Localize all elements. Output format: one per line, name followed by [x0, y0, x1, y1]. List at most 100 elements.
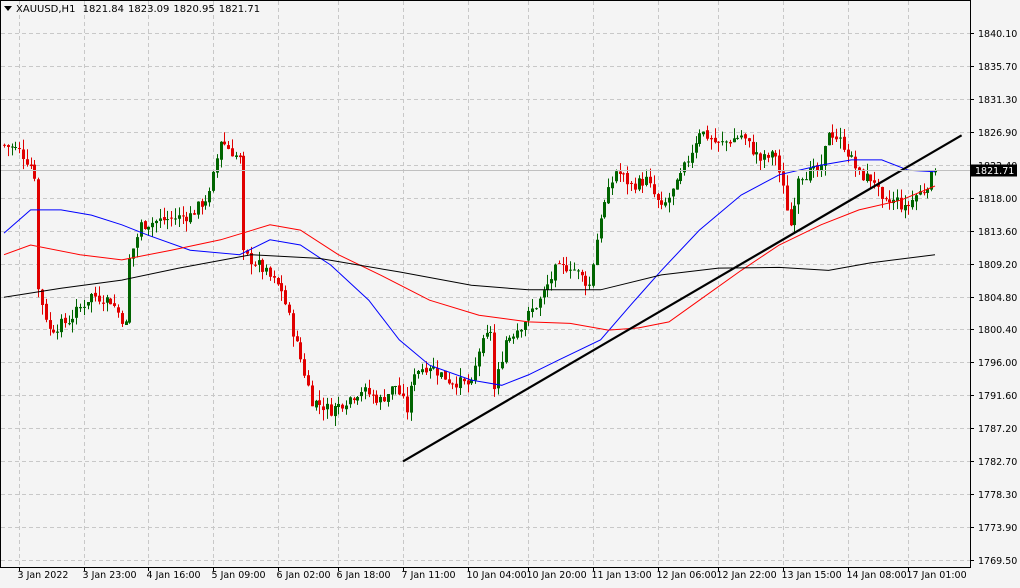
bull-candle: [204, 201, 207, 206]
bull-candle: [698, 133, 701, 144]
bull-candle: [543, 290, 546, 298]
bear-candle: [284, 290, 287, 305]
bull-candle: [337, 403, 340, 408]
bear-candle: [744, 134, 747, 139]
bear-candle: [626, 172, 629, 185]
bull-candle: [429, 368, 432, 372]
bull-candle: [71, 318, 74, 323]
bear-candle: [144, 221, 147, 229]
bear-candle: [231, 148, 234, 157]
bull-candle: [828, 133, 831, 146]
bear-candle: [242, 155, 245, 251]
bear-candle: [858, 167, 861, 170]
bear-candle: [201, 201, 204, 207]
y-tick-label: 1769.50: [978, 556, 1017, 567]
bull-candle: [387, 394, 390, 402]
bear-candle: [26, 159, 29, 165]
bear-candle: [117, 307, 120, 313]
bear-candle: [881, 186, 884, 199]
bull-candle: [174, 218, 177, 220]
close-value: 1821.71: [218, 4, 261, 15]
bull-candle: [733, 138, 736, 143]
bear-candle: [767, 154, 770, 158]
y-tick-label: 1840.10: [978, 29, 1017, 40]
bull-candle: [592, 264, 595, 286]
bull-candle: [611, 182, 614, 189]
bull-candle: [505, 340, 508, 363]
bull-candle: [474, 365, 477, 381]
bear-candle: [641, 178, 644, 186]
bear-candle: [619, 171, 622, 174]
bear-candle: [402, 393, 405, 397]
bear-candle: [630, 182, 633, 184]
bull-candle: [11, 146, 14, 148]
bear-candle: [843, 136, 846, 150]
bull-candle: [915, 195, 918, 202]
y-tick-label: 1831.30: [978, 95, 1017, 106]
bull-candle: [128, 258, 131, 323]
y-tick-label: 1826.90: [978, 128, 1017, 139]
dropdown-triangle-icon[interactable]: [4, 6, 12, 11]
bull-candle: [75, 306, 78, 318]
bear-candle: [52, 329, 55, 333]
bear-candle: [835, 136, 838, 140]
bull-candle: [364, 387, 367, 392]
bear-candle: [170, 217, 173, 219]
bear-candle: [581, 271, 584, 276]
low-value: 1820.95: [173, 4, 215, 15]
bear-candle: [885, 198, 888, 200]
bear-candle: [193, 213, 196, 215]
bear-candle: [425, 367, 428, 373]
bull-candle: [413, 374, 416, 385]
bear-candle: [653, 184, 656, 195]
bull-candle: [771, 151, 774, 158]
bear-candle: [831, 132, 834, 138]
bull-candle: [524, 321, 527, 330]
bear-candle: [296, 336, 299, 342]
bull-candle: [824, 146, 827, 166]
open-value: 1821.84: [82, 4, 124, 15]
bull-candle: [326, 403, 329, 410]
bear-candle: [353, 398, 356, 401]
bull-candle: [691, 152, 694, 163]
x-tick-label: 6 Jan 18:00: [337, 570, 391, 581]
bull-candle: [539, 298, 542, 308]
bull-candle: [155, 220, 158, 224]
chart-window[interactable]: XAUUSD,H1 1821.84 1823.09 1820.95 1821.71 1…: [0, 0, 1020, 584]
bear-candle: [467, 380, 470, 385]
bear-candle: [299, 342, 302, 360]
bear-candle: [277, 278, 280, 285]
bull-candle: [136, 237, 139, 248]
bear-candle: [854, 156, 857, 169]
bear-candle: [269, 267, 272, 277]
bull-candle: [672, 188, 675, 197]
bull-candle: [638, 178, 641, 190]
bull-candle: [520, 329, 523, 332]
x-tick-label: 4 Jan 16:00: [147, 570, 201, 581]
bear-candle: [163, 217, 166, 221]
y-tick-label: 1804.80: [978, 293, 1017, 304]
bull-candle: [265, 267, 268, 272]
bull-candle: [178, 215, 181, 219]
bear-candle: [907, 204, 910, 207]
plot-area: [0, 0, 971, 568]
bull-candle: [607, 187, 610, 204]
bull-candle: [554, 264, 557, 281]
bear-candle: [121, 313, 124, 324]
bull-candle: [679, 173, 682, 182]
symbol-label: XAUUSD,H1: [16, 4, 76, 15]
bull-candle: [235, 155, 238, 157]
bear-candle: [406, 396, 409, 413]
bull-candle: [212, 171, 215, 191]
bull-candle: [588, 284, 591, 286]
bear-candle: [888, 199, 891, 203]
y-tick-label: 1787.20: [978, 424, 1017, 435]
bull-candle: [664, 202, 667, 206]
bull-candle: [334, 405, 337, 417]
y-tick-label: 1818.00: [978, 194, 1017, 205]
price-chart[interactable]: 1840.101835.701831.301826.901822.401818.…: [0, 0, 1020, 584]
x-tick-label: 11 Jan 13:00: [592, 570, 652, 581]
bull-candle: [546, 284, 549, 290]
y-tick-label: 1813.60: [978, 227, 1017, 238]
bull-candle: [850, 155, 853, 157]
